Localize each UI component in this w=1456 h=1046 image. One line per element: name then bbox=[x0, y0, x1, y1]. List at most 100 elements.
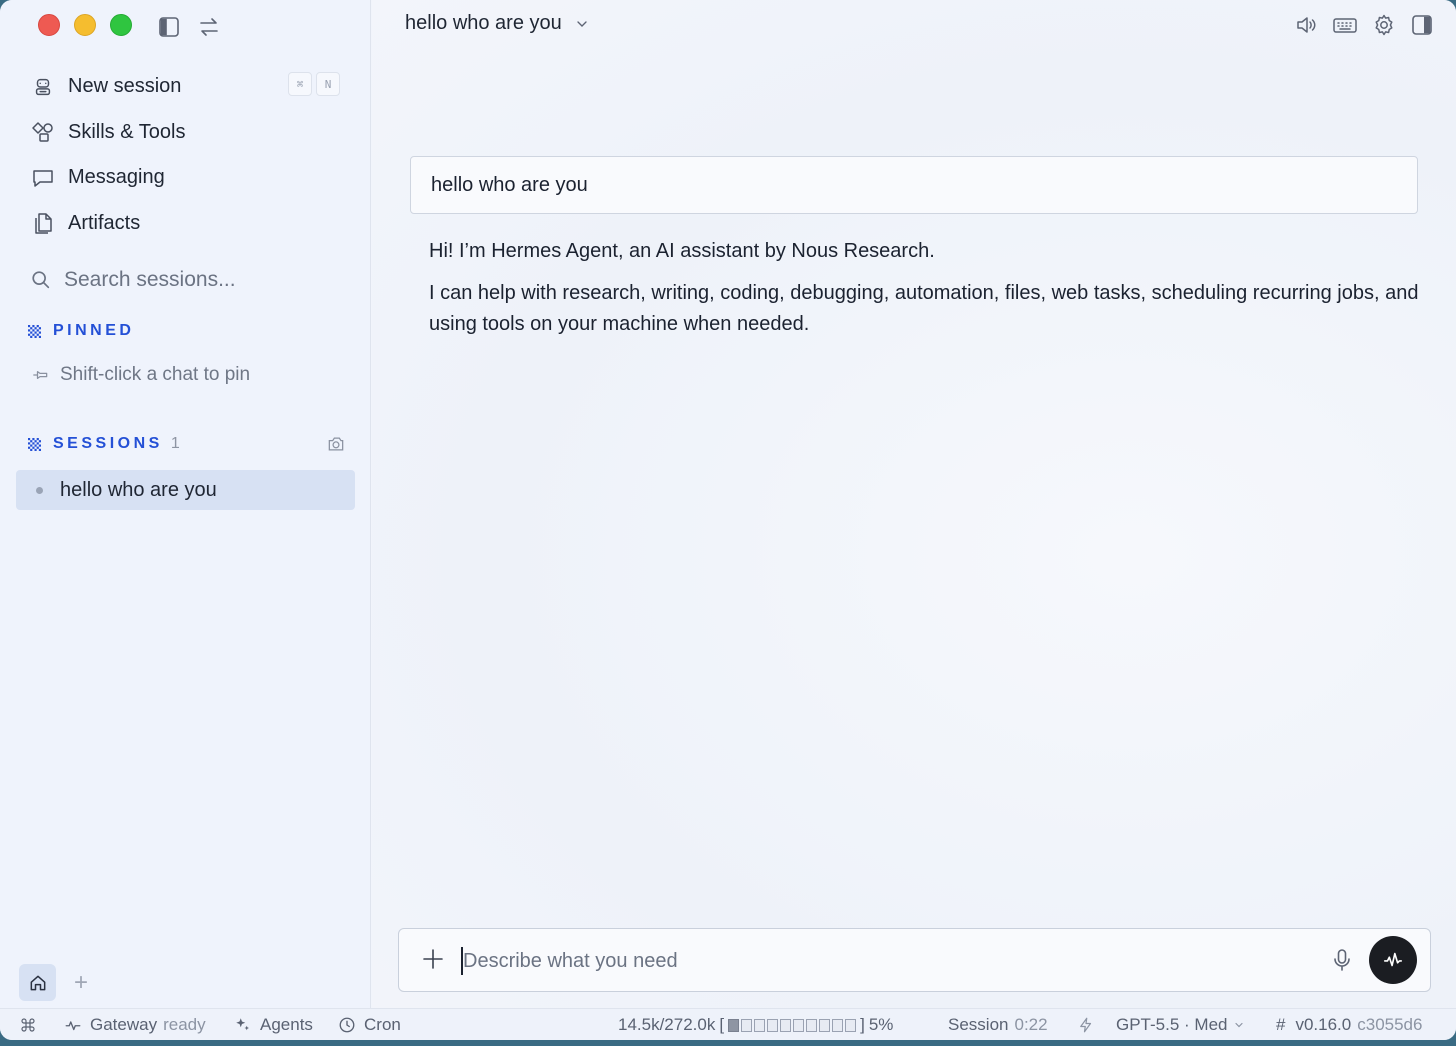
pinned-hint-text: Shift-click a chat to pin bbox=[60, 364, 251, 385]
sparkles-icon bbox=[236, 1018, 249, 1031]
microphone-icon[interactable] bbox=[1330, 947, 1354, 978]
chat-area: hello who are you hello who are you Hi! … bbox=[372, 0, 1456, 1008]
command-icon[interactable] bbox=[20, 1009, 36, 1040]
context-cell bbox=[754, 1018, 766, 1032]
nav-label: Messaging bbox=[68, 166, 165, 189]
session-item[interactable]: hello who are you bbox=[16, 470, 355, 510]
sidebar-top-controls bbox=[157, 15, 221, 39]
session-time: 0:22 bbox=[1014, 1015, 1048, 1034]
session-title: hello who are you bbox=[60, 478, 217, 501]
zoom-window-button[interactable] bbox=[110, 14, 132, 36]
gear-icon[interactable] bbox=[1372, 13, 1396, 42]
model-label: GPT-5.5 · Med bbox=[1116, 1015, 1228, 1034]
user-message: hello who are you bbox=[410, 156, 1418, 214]
message-input[interactable] bbox=[461, 947, 1301, 975]
sessions-title: SESSIONS bbox=[53, 435, 163, 452]
assistant-paragraph: Hi! I’m Hermes Agent, an AI assistant by… bbox=[429, 240, 935, 262]
context-percent: 5% bbox=[868, 1015, 894, 1034]
chat-bubble-icon bbox=[30, 165, 56, 191]
chevron-down-icon bbox=[1235, 1022, 1244, 1028]
token-count: 14.5k/272.0k bbox=[618, 1015, 716, 1034]
documents-icon bbox=[30, 210, 56, 236]
home-tab[interactable] bbox=[19, 964, 56, 1001]
robot-icon bbox=[30, 74, 56, 100]
session-timer: Session 0:22 bbox=[948, 1009, 1048, 1040]
context-cell bbox=[793, 1018, 805, 1032]
app-window: New session ⌘ N Skills & Tools Messaging bbox=[0, 0, 1456, 1040]
composer bbox=[398, 928, 1431, 992]
gateway-status[interactable]: Gateway ready bbox=[64, 1009, 206, 1040]
context-cell bbox=[767, 1018, 779, 1032]
nav-label: Skills & Tools bbox=[68, 120, 186, 143]
right-panel-toggle-icon[interactable] bbox=[1410, 13, 1434, 42]
lightning-icon[interactable] bbox=[1077, 1009, 1095, 1040]
shapes-icon bbox=[30, 119, 56, 145]
agents-label: Agents bbox=[260, 1015, 313, 1034]
context-usage: 14.5k/272.0k [ ] 5% bbox=[618, 1009, 893, 1040]
context-cell bbox=[845, 1018, 857, 1032]
user-message-text: hello who are you bbox=[431, 173, 588, 196]
sidebar: New session ⌘ N Skills & Tools Messaging bbox=[0, 0, 371, 1008]
waveform-icon bbox=[1383, 952, 1403, 967]
nav-label: New session bbox=[68, 75, 182, 98]
speaker-icon[interactable] bbox=[1294, 13, 1318, 42]
clock-icon bbox=[339, 1017, 355, 1033]
context-cell bbox=[780, 1018, 792, 1032]
agents-button[interactable]: Agents bbox=[234, 1009, 313, 1040]
activity-icon bbox=[65, 1021, 81, 1031]
nav-artifacts[interactable]: Artifacts bbox=[18, 201, 354, 247]
session-dot bbox=[36, 486, 43, 494]
pinned-title: PINNED bbox=[53, 322, 135, 339]
assistant-message: Hi! I’m Hermes Agent, an AI assistant by… bbox=[429, 236, 1419, 351]
model-selector[interactable]: GPT-5.5 · Med bbox=[1116, 1009, 1245, 1040]
chat-title-dropdown[interactable]: hello who are you bbox=[405, 12, 590, 35]
shortcut-key: N bbox=[316, 72, 340, 96]
voice-send-button[interactable] bbox=[1369, 936, 1417, 984]
search-icon bbox=[32, 271, 50, 289]
nav-label: Artifacts bbox=[68, 211, 141, 234]
grid-icon bbox=[28, 324, 41, 338]
grid-icon bbox=[28, 437, 41, 451]
pin-icon bbox=[33, 371, 48, 379]
bracket: ] bbox=[860, 1015, 865, 1034]
minimize-window-button[interactable] bbox=[74, 14, 96, 36]
pinned-header: PINNED bbox=[28, 322, 134, 340]
shortcut-key: ⌘ bbox=[288, 72, 312, 96]
chevron-down-icon bbox=[577, 20, 587, 27]
cron-label: Cron bbox=[364, 1015, 401, 1034]
nav-new-session[interactable]: New session ⌘ N bbox=[18, 64, 354, 110]
cron-button[interactable]: Cron bbox=[338, 1009, 401, 1040]
switch-arrows-icon[interactable] bbox=[197, 15, 221, 39]
sessions-header: SESSIONS 1 bbox=[28, 435, 346, 453]
session-label: Session bbox=[948, 1015, 1009, 1034]
add-tab-button[interactable]: + bbox=[74, 970, 88, 995]
context-cell bbox=[819, 1018, 831, 1032]
context-cell bbox=[806, 1018, 818, 1032]
header-toolbar bbox=[1294, 13, 1434, 42]
camera-icon[interactable] bbox=[326, 434, 346, 459]
context-cell bbox=[728, 1018, 740, 1032]
session-search[interactable]: Search sessions... bbox=[30, 268, 236, 292]
close-window-button[interactable] bbox=[38, 14, 60, 36]
context-cell bbox=[832, 1018, 844, 1032]
assistant-paragraph: I can help with research, writing, codin… bbox=[429, 282, 1419, 335]
window-controls bbox=[38, 14, 132, 36]
chat-title: hello who are you bbox=[405, 12, 562, 34]
search-input[interactable]: Search sessions... bbox=[64, 268, 236, 292]
shortcut-hint: ⌘ N bbox=[288, 72, 340, 96]
bracket: [ bbox=[719, 1015, 725, 1034]
version-label: v0.16.0 bbox=[1295, 1015, 1352, 1034]
nav-messaging[interactable]: Messaging bbox=[18, 155, 354, 201]
sidebar-toggle-icon[interactable] bbox=[157, 15, 181, 39]
home-icon bbox=[30, 975, 45, 990]
context-progress-bar bbox=[728, 1018, 857, 1032]
keyboard-icon[interactable] bbox=[1332, 13, 1358, 42]
sidebar-nav: New session ⌘ N Skills & Tools Messaging bbox=[18, 64, 354, 246]
workspace-tabs: + bbox=[19, 964, 88, 1001]
gateway-state: ready bbox=[163, 1015, 206, 1034]
attach-plus-icon[interactable] bbox=[421, 947, 445, 976]
pinned-hint: Shift-click a chat to pin bbox=[30, 364, 250, 386]
nav-skills-tools[interactable]: Skills & Tools bbox=[18, 110, 354, 156]
context-cell bbox=[741, 1018, 753, 1032]
gateway-label: Gateway bbox=[90, 1015, 158, 1034]
